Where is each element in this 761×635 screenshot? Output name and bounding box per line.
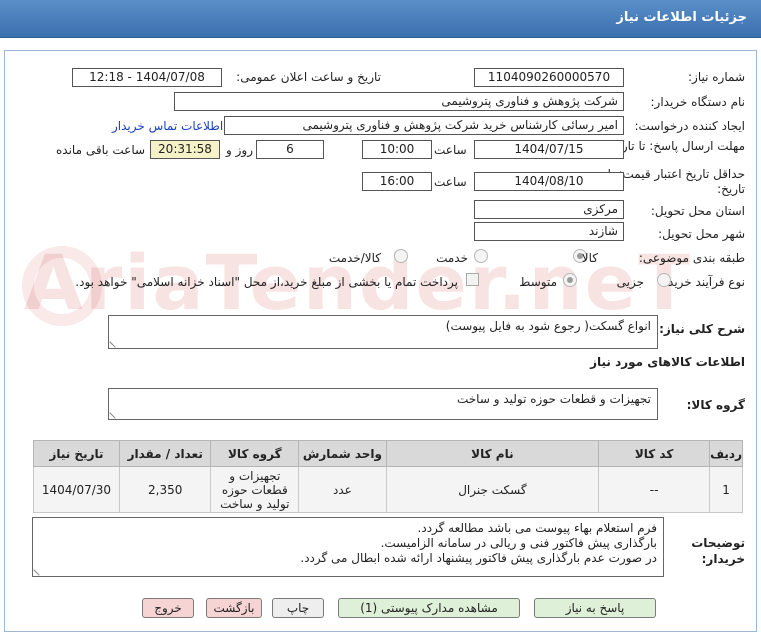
notes-line: در صورت عدم بارگذاری پیش فاکتور پیشنهاد … bbox=[300, 551, 657, 565]
cell-quantity: 2,350 bbox=[118, 466, 212, 513]
cell-item-name: گسکت جنرال bbox=[385, 466, 600, 513]
back-button[interactable]: بازگشت bbox=[206, 598, 262, 618]
province-label: استان محل تحویل: bbox=[650, 204, 745, 218]
window-titlebar: جزئیات اطلاعات نیاز bbox=[0, 0, 761, 38]
deadline-date-field: 1404/07/15 bbox=[474, 140, 624, 159]
category-option-goods: کالا bbox=[581, 251, 598, 265]
process-label: نوع فرآیند خرید : bbox=[660, 275, 745, 289]
window-title: جزئیات اطلاعات نیاز bbox=[616, 10, 747, 25]
treasury-note: پرداخت تمام یا بخشی از مبلغ خرید،از محل … bbox=[75, 275, 458, 289]
remaining-time-field: 20:31:58 bbox=[150, 140, 220, 159]
category-label: طبقه بندی موضوعی: bbox=[638, 251, 745, 265]
col-unit: واحد شمارش bbox=[298, 440, 387, 467]
category-option-both: کالا/خدمت bbox=[328, 251, 381, 265]
items-table: ردیف کد کالا نام کالا واحد شمارش گروه کا… bbox=[33, 440, 743, 513]
category-radio-service[interactable] bbox=[474, 249, 488, 263]
col-row-number: ردیف bbox=[709, 440, 743, 467]
exit-button[interactable]: خروج bbox=[142, 598, 194, 618]
validity-time-field: 16:00 bbox=[362, 172, 432, 191]
goods-group-text: تجهیزات و قطعات حوزه تولید و ساخت bbox=[456, 392, 651, 406]
goods-group-field: تجهیزات و قطعات حوزه تولید و ساخت bbox=[108, 388, 658, 420]
need-number-field: 1104090260000570 bbox=[474, 68, 624, 87]
summary-text: انواع گسکت( رجوع شود به فایل پیوست) bbox=[445, 319, 651, 333]
reply-button[interactable]: پاسخ به نیاز bbox=[534, 598, 656, 618]
process-radio-minor[interactable] bbox=[657, 273, 671, 287]
table-header-row: ردیف کد کالا نام کالا واحد شمارش گروه کا… bbox=[33, 440, 743, 467]
view-attachments-button[interactable]: مشاهده مدارک پیوستی (1) bbox=[338, 598, 520, 618]
category-radio-both[interactable] bbox=[394, 249, 408, 263]
notes-line: بارگذاری پیش فاکتور فنی و ریالی در سامان… bbox=[380, 536, 657, 550]
cell-item-code: -- bbox=[598, 466, 711, 513]
announce-field: 1404/07/08 - 12:18 bbox=[72, 68, 222, 87]
resize-grip-icon[interactable] bbox=[109, 336, 121, 348]
col-item-code: کد کالا bbox=[598, 440, 711, 467]
need-number-label: شماره نیاز: bbox=[688, 70, 745, 84]
deadline-days-field: 6 bbox=[256, 140, 324, 159]
cell-need-date: 1404/07/30 bbox=[33, 466, 120, 513]
notes-field: فرم استعلام بهاء پیوست می باشد مطالعه گر… bbox=[32, 517, 664, 577]
city-field: شازند bbox=[474, 222, 624, 241]
deadline-days-label: روز و bbox=[226, 143, 253, 157]
notes-line: فرم استعلام بهاء پیوست می باشد مطالعه گر… bbox=[417, 521, 657, 535]
city-label: شهر محل تحویل: bbox=[658, 227, 745, 241]
cell-unit: عدد bbox=[298, 466, 387, 513]
creator-label: ایجاد کننده درخواست: bbox=[634, 119, 745, 133]
col-need-date: تاریخ نیاز bbox=[33, 440, 120, 467]
buyer-org-field: شرکت پژوهش و فناوری پتروشیمی bbox=[174, 92, 624, 111]
goods-info-heading: اطلاعات کالاهای مورد نیاز bbox=[590, 355, 745, 369]
deadline-time-field: 10:00 bbox=[362, 140, 432, 159]
print-button[interactable]: چاپ bbox=[272, 598, 324, 618]
validity-time-label: ساعت bbox=[434, 175, 467, 189]
col-quantity: تعداد / مقدار bbox=[118, 440, 212, 467]
cell-goods-group: تجهیزات و قطعات حوزه تولید و ساخت bbox=[210, 466, 300, 513]
col-item-name: نام کالا bbox=[385, 440, 600, 467]
buyer-org-label: نام دستگاه خریدار: bbox=[650, 95, 746, 109]
category-option-service: خدمت bbox=[436, 251, 468, 265]
process-radio-medium[interactable] bbox=[563, 273, 577, 287]
validity-date-field: 1404/08/10 bbox=[474, 172, 624, 191]
deadline-time-label: ساعت bbox=[434, 143, 467, 157]
resize-grip-icon[interactable] bbox=[109, 407, 121, 419]
treasury-checkbox[interactable] bbox=[466, 273, 479, 286]
col-goods-group: گروه کالا bbox=[210, 440, 300, 467]
creator-field: امیر رسائی کارشناس خرید شرکت پژوهش و فنا… bbox=[224, 116, 624, 135]
announce-label: تاریخ و ساعت اعلان عمومی: bbox=[236, 70, 381, 84]
goods-group-label: گروه کالا: bbox=[686, 398, 745, 412]
remaining-time-label: ساعت باقی مانده bbox=[56, 143, 146, 157]
notes-label: توضیحات خریدار: bbox=[691, 536, 745, 566]
buyer-contact-link[interactable]: اطلاعات تماس خریدار bbox=[112, 119, 223, 133]
resize-grip-icon[interactable] bbox=[33, 564, 45, 576]
province-field: مرکزی bbox=[474, 200, 624, 219]
summary-label: شرح کلی نیاز: bbox=[659, 322, 745, 336]
process-option-minor: جزیی bbox=[616, 275, 644, 289]
table-row: 1 -- گسکت جنرال عدد تجهیزات و قطعات حوزه… bbox=[33, 466, 743, 513]
cell-row-number: 1 bbox=[709, 466, 743, 513]
summary-field: انواع گسکت( رجوع شود به فایل پیوست) bbox=[108, 315, 658, 349]
process-option-medium: متوسط bbox=[519, 275, 557, 289]
